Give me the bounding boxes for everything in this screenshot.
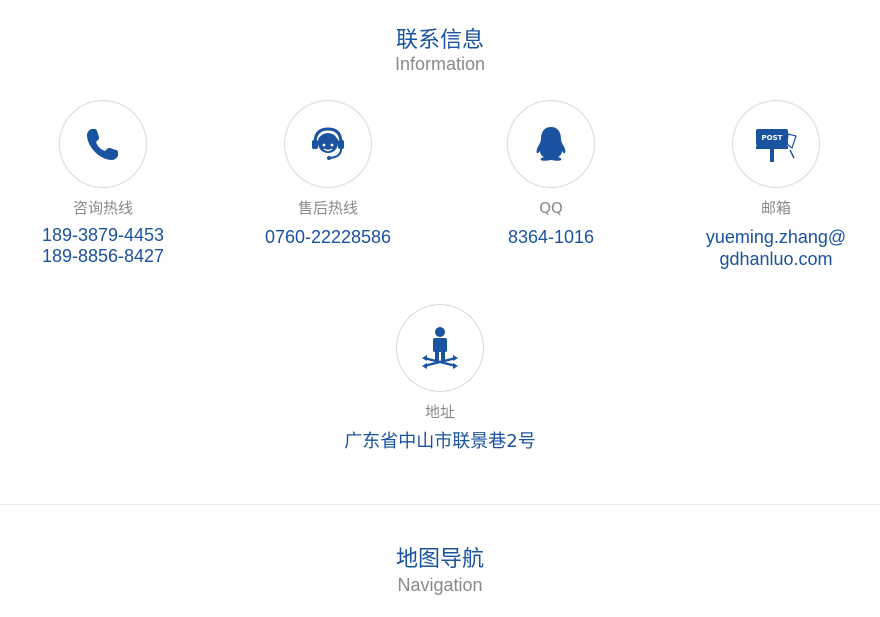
headset-icon xyxy=(308,124,348,164)
qq-label: QQ xyxy=(539,199,563,217)
after-sales-phone[interactable]: 0760-22228586 xyxy=(228,227,428,248)
map-navigation-heading: 地图导航 Navigation xyxy=(0,547,880,595)
qq-penguin-icon xyxy=(531,124,571,164)
address-icon-circle xyxy=(396,304,484,392)
consult-hotline-item: 咨询热线 189-3879-4453 189-8856-8427 xyxy=(3,100,203,267)
contact-info-heading: 联系信息 Information xyxy=(0,28,880,74)
after-sales-icon-circle xyxy=(284,100,372,188)
email-line-1[interactable]: yueming.zhang@ xyxy=(676,227,876,248)
phone-icon xyxy=(83,124,123,164)
email-icon-circle: POST xyxy=(732,100,820,188)
location-person-icon xyxy=(420,326,460,370)
consult-label: 咨询热线 xyxy=(72,199,133,217)
consult-phone-1[interactable]: 189-3879-4453 xyxy=(3,225,203,246)
email-line-2[interactable]: gdhanluo.com xyxy=(676,249,876,270)
qq-icon-circle xyxy=(507,100,595,188)
map-title-en: Navigation xyxy=(397,575,483,595)
address-label: 地址 xyxy=(424,403,455,421)
consult-icon-circle xyxy=(59,100,147,188)
svg-text:POST: POST xyxy=(762,134,783,142)
qq-number[interactable]: 8364-1016 xyxy=(451,227,651,248)
post-mailbox-icon: POST xyxy=(754,124,798,164)
consult-phone-2[interactable]: 189-8856-8427 xyxy=(3,246,203,267)
address-value[interactable]: 广东省中山市联景巷2号 xyxy=(340,431,540,452)
contact-title-cn: 联系信息 xyxy=(395,28,484,53)
after-sales-label: 售后热线 xyxy=(297,199,358,217)
map-title-cn: 地图导航 xyxy=(395,547,484,572)
address-item: 地址 广东省中山市联景巷2号 xyxy=(340,304,540,452)
email-item: POST 邮箱 yueming.zhang@ gdhanluo.com xyxy=(676,100,876,270)
qq-item: QQ 8364-1016 xyxy=(451,100,651,248)
contact-title-en: Information xyxy=(394,54,486,74)
email-label: 邮箱 xyxy=(760,199,791,217)
section-divider xyxy=(0,504,880,505)
after-sales-hotline-item: 售后热线 0760-22228586 xyxy=(228,100,428,248)
